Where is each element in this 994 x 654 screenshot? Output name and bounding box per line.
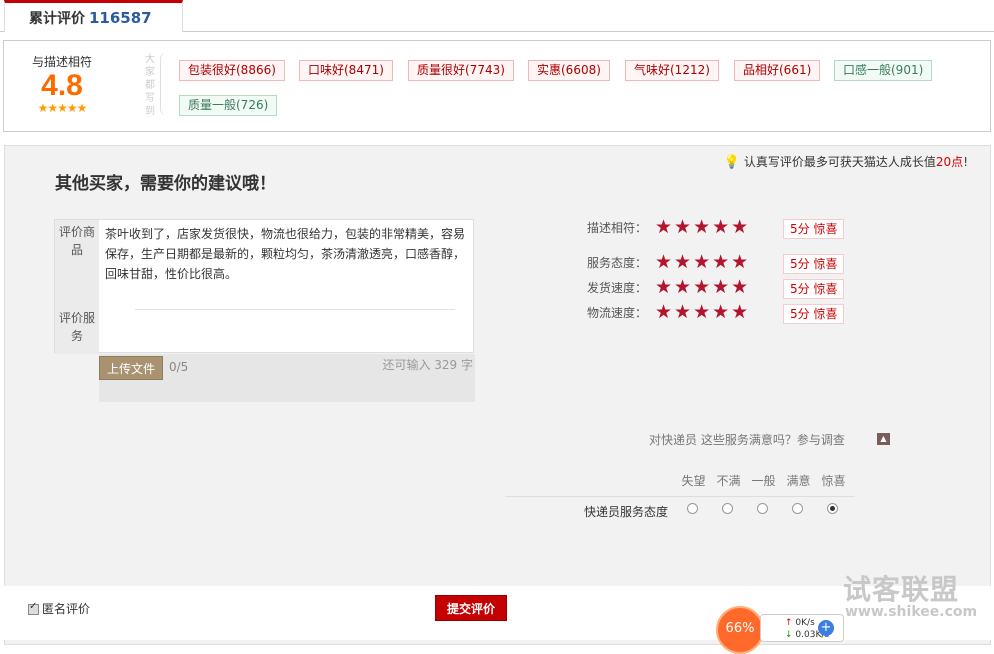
rating-shipping: 发货速度： ★★★★★ 5分 惊喜 [565, 276, 865, 302]
review-summary: 与描述相符 4.8 ★★★★★ 大家都写到 包装很好(8866) 口味好(847… [3, 40, 991, 132]
net-percent: 66% [716, 606, 764, 654]
rating-result: 5分 惊喜 [783, 304, 845, 324]
rating-label: 描述相符： [587, 221, 648, 235]
star-rating-icon[interactable]: ★★★★★ [655, 276, 750, 298]
upload-arrow-icon: ↑ [785, 618, 793, 628]
everyone-wrote-label: 大家都写到 [145, 54, 155, 117]
collapse-arrow-icon[interactable]: ▲ [877, 433, 890, 445]
tag-item[interactable]: 质量一般(726) [179, 95, 278, 116]
anonymous-checkbox[interactable]: 匿名评价 [28, 600, 90, 617]
product-review-textarea[interactable]: 茶叶收到了，店家发货很快，物流也很给力，包装的非常精美，容易保存，生产日期都是最… [105, 224, 469, 284]
radio-option-selected[interactable] [827, 503, 838, 514]
radio-option[interactable] [757, 503, 768, 514]
watermark-url: www.shikee.com [845, 604, 978, 620]
tip-prefix: 认真写评价最多可获天猫达人成长值 [743, 155, 936, 169]
radio-option[interactable] [687, 503, 698, 514]
product-review-label: 评价商品 [55, 220, 99, 306]
rating-result: 5分 惊喜 [783, 219, 845, 239]
rating-result: 5分 惊喜 [783, 254, 845, 274]
brace-divider [160, 53, 170, 115]
plus-icon[interactable]: + [818, 620, 834, 636]
rating-result: 5分 惊喜 [783, 279, 845, 299]
star-rating-icon[interactable]: ★★★★★ [655, 301, 750, 323]
tip-highlight: 20点 [935, 155, 964, 169]
net-up: 0K/s [795, 618, 815, 628]
tag-item[interactable]: 质量很好(7743) [408, 60, 514, 81]
tag-item[interactable]: 口味好(8471) [299, 60, 393, 81]
score-label: 与描述相符 [31, 55, 92, 69]
lightbulb-icon: 💡 [723, 155, 741, 170]
score-box: 与描述相符 4.8 ★★★★★ [4, 41, 120, 133]
review-box: 评价商品 评价服务 茶叶收到了，店家发货很快，物流也很给力，包装的非常精美，容易… [54, 219, 474, 354]
upload-file-button[interactable]: 上传文件 [99, 356, 163, 380]
score-stars-icon: ★★★★★ [37, 101, 88, 115]
tag-item[interactable]: 品相好(661) [734, 60, 821, 81]
rating-description: 描述相符： ★★★★★ 5分 惊喜 [565, 216, 865, 242]
tab-bar: 累计评价 116587 [0, 0, 994, 32]
rating-logistics: 物流速度： ★★★★★ 5分 惊喜 [565, 301, 865, 327]
reward-tip: 💡 认真写评价最多可获天猫达人成长值20点! [724, 153, 968, 170]
express-survey-question[interactable]: 对快递员 这些服务满意吗？参与调查 [649, 431, 845, 448]
rating-label: 物流速度： [587, 306, 648, 320]
tag-item[interactable]: 实惠(6608) [528, 60, 610, 81]
remaining-chars: 还可输入 329 字 [382, 358, 473, 372]
star-rating-icon[interactable]: ★★★★★ [655, 216, 750, 238]
anonymous-label: 匿名评价 [42, 602, 91, 616]
courier-row-label: 快递员服务态度 [584, 505, 669, 519]
tab-cumulative-reviews[interactable]: 累计评价 116587 [4, 0, 183, 32]
submit-review-button[interactable]: 提交评价 [435, 595, 507, 621]
tag-item[interactable]: 包装很好(8866) [179, 60, 285, 81]
upload-row: 上传文件 0/5 还可输入 329 字 [99, 354, 475, 402]
rating-service: 服务态度： ★★★★★ 5分 惊喜 [565, 251, 865, 277]
divider [505, 496, 855, 497]
tab-label: 累计评价 [29, 11, 85, 27]
option-label: 不满 [716, 474, 741, 488]
option-label: 失望 [681, 474, 706, 488]
rating-label: 发货速度： [587, 281, 648, 295]
score-value: 4.8 [41, 69, 83, 102]
form-title: 其他买家，需要你的建议哦！ [55, 174, 276, 194]
tag-item[interactable]: 口感一般(901) [834, 60, 933, 81]
network-monitor-widget[interactable]: 66% ↑ 0K/s ↓ 0.03K/s + [716, 606, 844, 654]
tag-item[interactable]: 气味好(1212) [625, 60, 719, 81]
watermark-logo: 试客联盟 [843, 573, 960, 606]
review-count: 116587 [89, 9, 152, 27]
checkbox-icon[interactable] [28, 601, 39, 615]
tip-suffix: ! [963, 155, 968, 169]
service-review-label: 评价服务 [55, 306, 99, 354]
download-arrow-icon: ↓ [785, 630, 793, 640]
upload-count: 0/5 [169, 360, 189, 374]
radio-option[interactable] [792, 503, 803, 514]
option-label: 一般 [751, 474, 776, 488]
rating-label: 服务态度： [587, 256, 648, 270]
star-rating-icon[interactable]: ★★★★★ [655, 251, 750, 273]
option-label: 满意 [786, 474, 811, 488]
option-label: 惊喜 [821, 474, 846, 488]
divider [135, 309, 455, 310]
survey-options: 失望 不满 一般 满意 惊喜 [676, 472, 851, 489]
radio-option[interactable] [722, 503, 733, 514]
